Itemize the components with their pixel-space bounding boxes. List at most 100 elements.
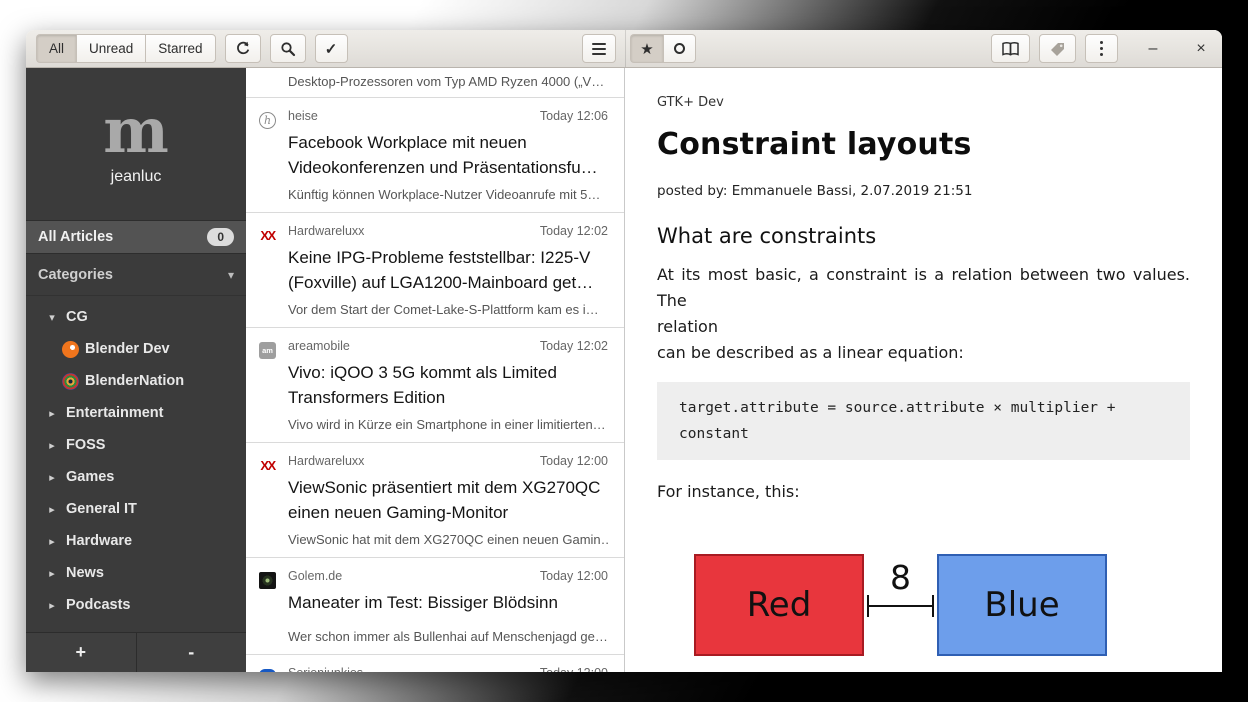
- list-item-partial[interactable]: Desktop-Prozessoren vom Typ AMD Ryzen 40…: [246, 68, 624, 98]
- sidebar-item-general-it[interactable]: ▸ General IT: [26, 493, 246, 525]
- expander-icon[interactable]: ▸: [44, 535, 60, 548]
- article-title: ViewSonic präsentiert mit dem XG270QC ei…: [288, 475, 608, 525]
- category-label: FOSS: [66, 437, 105, 453]
- diagram-spacing-indicator: 8: [864, 554, 937, 656]
- sidebar-item-hardware[interactable]: ▸ Hardware: [26, 525, 246, 557]
- unread-toggle-icon: [674, 43, 685, 54]
- category-label: News: [66, 565, 104, 581]
- section-heading: What are constraints: [657, 224, 1190, 248]
- list-item[interactable]: XX Hardwareluxx Today 12:00 ViewSonic pr…: [246, 443, 624, 558]
- constraint-diagram: Red 8 Blue: [694, 554, 1190, 656]
- sidebar-item-news[interactable]: ▸ News: [26, 557, 246, 589]
- account-name: jeanluc: [111, 168, 162, 186]
- categories-header[interactable]: Categories ▾: [26, 254, 246, 296]
- category-label: Hardware: [66, 533, 132, 549]
- search-button[interactable]: [270, 34, 306, 63]
- paragraph-line: relation: [657, 314, 1190, 340]
- article-title: Maneater im Test: Bissiger Blödsinn: [288, 590, 608, 615]
- sidebar-item-foss[interactable]: ▸ FOSS: [26, 429, 246, 461]
- hardwareluxx-source-icon: XX: [259, 457, 276, 474]
- article-title: Vivo: iQOO 3 5G kommt als Limited Transf…: [288, 360, 608, 410]
- mark-read-button[interactable]: ✓: [315, 34, 348, 63]
- serienjunkies-source-icon: [259, 669, 276, 672]
- expander-icon[interactable]: ▸: [44, 599, 60, 612]
- category-label: CG: [66, 309, 88, 325]
- article-time: Today 12:00: [540, 569, 608, 583]
- article-time: Today 12:00: [540, 454, 608, 468]
- article-list-menu-button[interactable]: [582, 34, 616, 63]
- close-button[interactable]: ×: [1190, 40, 1212, 58]
- starred-toggle-icon: ★: [640, 40, 653, 58]
- body-text: For instance, this:: [657, 482, 1190, 501]
- sidebar-item-entertainment[interactable]: ▸ Entertainment: [26, 397, 246, 429]
- source-name: Golem.de: [288, 569, 342, 583]
- refresh-button[interactable]: [225, 34, 261, 63]
- tab-starred[interactable]: Starred: [145, 34, 215, 63]
- tag-icon: [1049, 41, 1066, 57]
- feedreader-window: All Unread Starred ✓: [26, 30, 1222, 672]
- spacing-value: 8: [864, 558, 937, 597]
- source-name: Hardwareluxx: [288, 224, 364, 238]
- feed-label: Blender Dev: [85, 341, 170, 357]
- starred-toggle-button[interactable]: ★: [630, 34, 663, 63]
- mark-read-icon: ✓: [325, 40, 338, 58]
- tab-all[interactable]: All: [36, 34, 76, 63]
- category-label: Podcasts: [66, 597, 130, 613]
- remove-feed-button[interactable]: -: [137, 633, 247, 672]
- expander-icon[interactable]: ▸: [44, 471, 60, 484]
- category-label: Games: [66, 469, 114, 485]
- sidebar-item-cg[interactable]: ▾ CG: [26, 301, 246, 333]
- expander-icon[interactable]: ▾: [44, 311, 60, 324]
- sidebar-item-all-articles[interactable]: All Articles 0: [26, 220, 246, 254]
- article-title: Keine IPG-Probleme feststellbar: I225-V …: [288, 245, 608, 295]
- article-time: Today 12:02: [540, 224, 608, 238]
- categories-label: Categories: [38, 267, 228, 283]
- expander-icon[interactable]: ▸: [44, 439, 60, 452]
- minimize-button[interactable]: –: [1142, 40, 1164, 58]
- blendernation-feed-icon: [62, 373, 79, 390]
- source-name: Hardwareluxx: [288, 454, 364, 468]
- feed-name: GTK+ Dev: [657, 95, 1190, 110]
- all-articles-label: All Articles: [38, 229, 207, 245]
- sidebar-item-blendernation[interactable]: BlenderNation: [26, 365, 246, 397]
- golem-source-icon: [259, 572, 276, 589]
- list-item[interactable]: Golem.de Today 12:00 Maneater im Test: B…: [246, 558, 624, 655]
- diagram-blue-box: Blue: [937, 554, 1107, 656]
- code-block: target.attribute = source.attribute × mu…: [657, 382, 1190, 460]
- expander-icon[interactable]: ▸: [44, 407, 60, 420]
- code-line: constant: [679, 421, 1168, 447]
- sidebar-item-games[interactable]: ▸ Games: [26, 461, 246, 493]
- read-article-button[interactable]: [991, 34, 1030, 63]
- list-item[interactable]: am areamobile Today 12:02 Vivo: iQOO 3 5…: [246, 328, 624, 443]
- tab-unread[interactable]: Unread: [76, 34, 145, 63]
- source-name: areamobile: [288, 339, 350, 353]
- sidebar: m jeanluc All Articles 0 Categories ▾ ▾ …: [26, 68, 246, 672]
- article-list: Desktop-Prozessoren vom Typ AMD Ryzen 40…: [246, 68, 625, 672]
- tag-button[interactable]: [1039, 34, 1076, 63]
- list-item[interactable]: XX Hardwareluxx Today 12:02 Keine IPG-Pr…: [246, 213, 624, 328]
- category-label: Entertainment: [66, 405, 164, 421]
- article-snippet: Vor dem Start der Comet-Lake-S-Plattform…: [288, 302, 608, 317]
- unread-toggle-button[interactable]: [663, 34, 696, 63]
- add-feed-button[interactable]: +: [26, 633, 137, 672]
- more-options-icon: [1100, 41, 1103, 56]
- expander-icon[interactable]: ▸: [44, 567, 60, 580]
- list-item[interactable]: Serienjunkies Today 12:00: [246, 655, 624, 672]
- page-title: Constraint layouts: [657, 127, 1190, 162]
- code-line: target.attribute = source.attribute × mu…: [679, 395, 1168, 421]
- list-item[interactable]: h heise Today 12:06 Facebook Workplace m…: [246, 98, 624, 213]
- article-time: Today 12:06: [540, 109, 608, 123]
- article-snippet: Vivo wird in Kürze ein Smartphone in ein…: [288, 417, 608, 432]
- expander-icon[interactable]: ▸: [44, 503, 60, 516]
- chevron-down-icon: ▾: [228, 268, 234, 282]
- more-options-button[interactable]: [1085, 34, 1118, 63]
- heise-source-icon: h: [259, 112, 276, 129]
- sidebar-item-blender-dev[interactable]: Blender Dev: [26, 333, 246, 365]
- refresh-icon: [235, 41, 251, 57]
- service-logo: m: [103, 102, 169, 160]
- article-snippet: ViewSonic hat mit dem XG270QC einen neue…: [288, 532, 608, 547]
- paragraph-line: can be described as a linear equation:: [657, 340, 1190, 366]
- hardwareluxx-source-icon: XX: [259, 227, 276, 244]
- headerbar: All Unread Starred ✓: [26, 30, 1222, 68]
- sidebar-item-podcasts[interactable]: ▸ Podcasts: [26, 589, 246, 621]
